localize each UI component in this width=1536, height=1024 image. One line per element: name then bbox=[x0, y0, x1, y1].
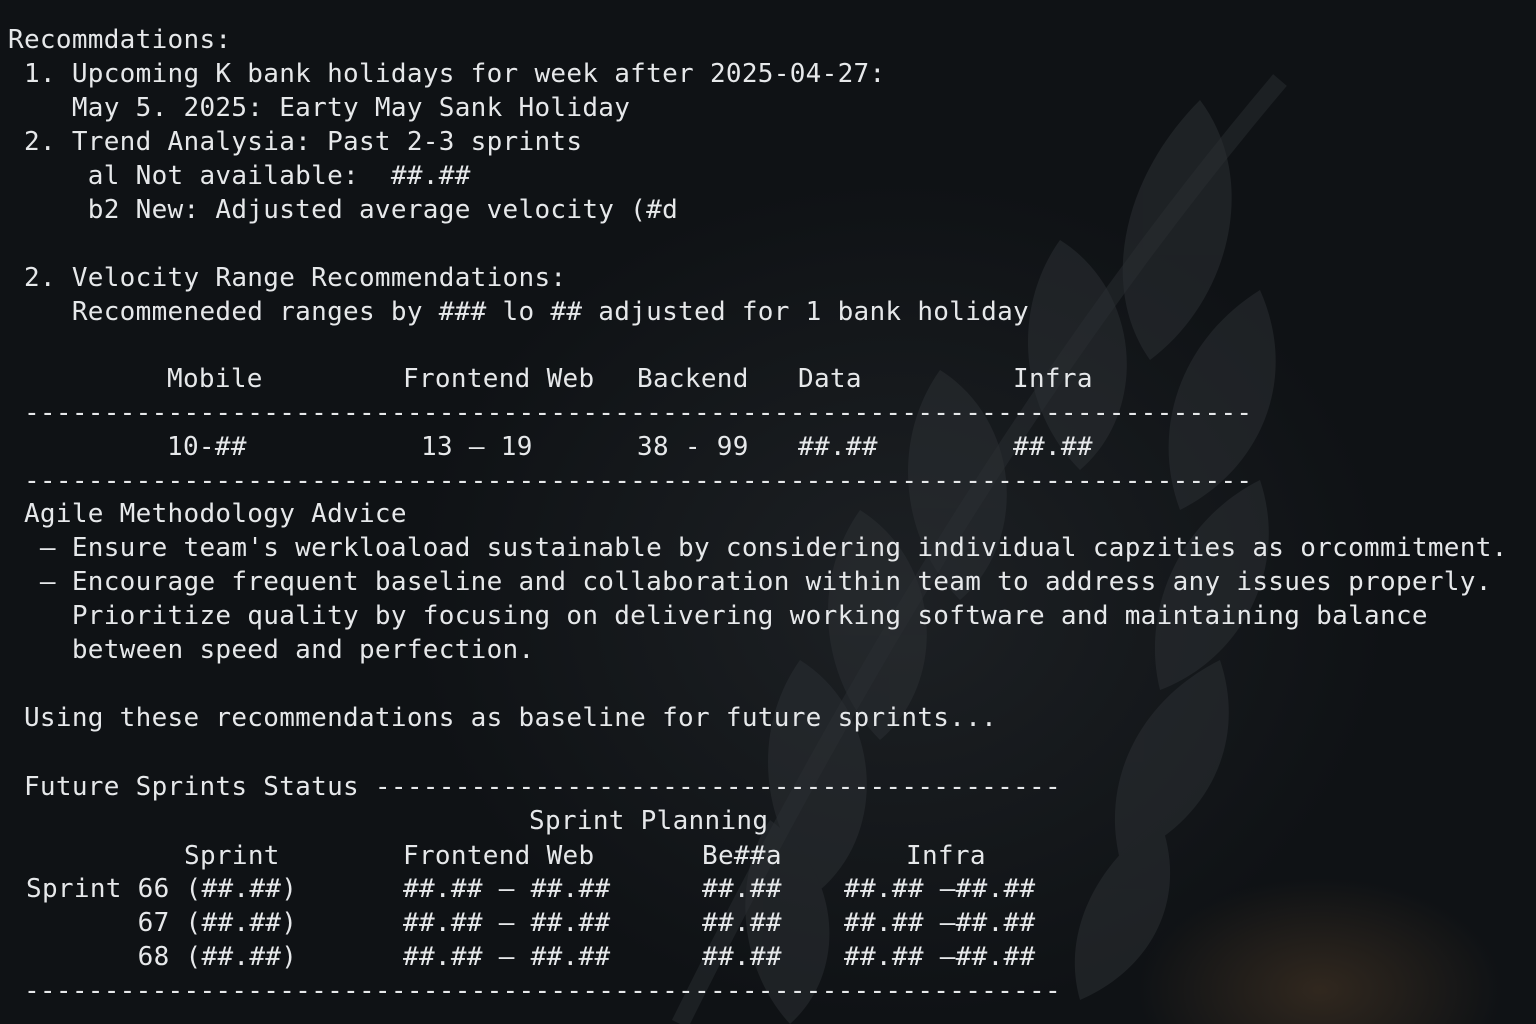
sprint-header-backend: Be##a bbox=[702, 841, 782, 871]
velocity-range-detail: Recommeneded ranges by ### lo ## adjuste… bbox=[8, 297, 1030, 327]
sprint-row-66-sprint: Sprint 66 (##.##) bbox=[26, 874, 298, 904]
velocity-value-infra: ##.## bbox=[1013, 432, 1093, 462]
trend-item-title: 2. Trend Analysia: Past 2-3 sprints bbox=[8, 127, 583, 157]
velocity-header-mobile: Mobile bbox=[167, 364, 263, 394]
velocity-range-title: 2. Velocity Range Recommendations: bbox=[8, 263, 567, 293]
agile-advice-heading: Agile Methodology Advice bbox=[8, 499, 407, 529]
terminal-window[interactable]: Recommdations: 1. Upcoming K bank holida… bbox=[0, 0, 1536, 1024]
velocity-value-frontend: 13 — 19 bbox=[421, 432, 533, 462]
trend-item-a: al Not available: ##.## bbox=[8, 161, 471, 191]
sprint-row-66-frontend: ##.## – ##.## bbox=[403, 874, 611, 904]
future-sprints-divider: ----------------------------------------… bbox=[8, 976, 1061, 1006]
velocity-header-infra: Infra bbox=[1013, 364, 1093, 394]
future-sprints-heading: Future Sprints Status ------------------… bbox=[8, 772, 1061, 802]
velocity-table-divider-top: ----------------------------------------… bbox=[8, 398, 1253, 428]
sprint-row-66-infra: ##.## –##.## bbox=[844, 874, 1036, 904]
velocity-value-backend: 38 - 99 bbox=[637, 432, 749, 462]
sprint-row-66-backend: ##.## bbox=[702, 874, 782, 904]
sprint-row-68-backend: ##.## bbox=[702, 942, 782, 972]
sprint-header-infra: Infra bbox=[906, 841, 986, 871]
agile-advice-bullet-2-cont: Prioritize quality by focusing on delive… bbox=[8, 601, 1428, 631]
sprint-row-68-sprint: 68 (##.##) bbox=[26, 942, 298, 972]
agile-advice-bullet-2-cont: between speed and perfection. bbox=[8, 635, 535, 665]
velocity-header-frontend: Frontend Web bbox=[403, 364, 595, 394]
agile-advice-bullet-2: – Encourage frequent baseline and collab… bbox=[8, 567, 1492, 597]
velocity-value-data: ##.## bbox=[798, 432, 878, 462]
trend-item-b: b2 New: Adjusted average velocity (#d bbox=[8, 195, 679, 225]
sprint-row-68-infra: ##.## –##.## bbox=[844, 942, 1036, 972]
sprint-header-sprint: Sprint bbox=[184, 841, 280, 871]
sprint-row-67-infra: ##.## –##.## bbox=[844, 908, 1036, 938]
sprint-row-67-backend: ##.## bbox=[702, 908, 782, 938]
holiday-item-title: 1. Upcoming K bank holidays for week aft… bbox=[8, 59, 886, 89]
baseline-note: Using these recommendations as baseline … bbox=[8, 703, 998, 733]
velocity-header-data: Data bbox=[798, 364, 862, 394]
sprint-header-frontend: Frontend Web bbox=[403, 841, 595, 871]
sprint-row-67-sprint: 67 (##.##) bbox=[26, 908, 298, 938]
agile-advice-bullet-1: – Ensure team's werkloaload sustainable … bbox=[8, 533, 1508, 563]
recommendations-heading: Recommdations: bbox=[8, 25, 232, 55]
sprint-row-67-frontend: ##.## – ##.## bbox=[403, 908, 611, 938]
sprint-row-68-frontend: ##.## – ##.## bbox=[403, 942, 611, 972]
velocity-table-divider-bottom: ----------------------------------------… bbox=[8, 466, 1253, 496]
velocity-value-mobile: 10-## bbox=[167, 432, 247, 462]
sprint-planning-subheading: Sprint Planning bbox=[529, 806, 769, 836]
velocity-header-backend: Backend bbox=[637, 364, 749, 394]
holiday-item-detail: May 5. 2025: Earty May Sank Holiday bbox=[8, 93, 631, 123]
